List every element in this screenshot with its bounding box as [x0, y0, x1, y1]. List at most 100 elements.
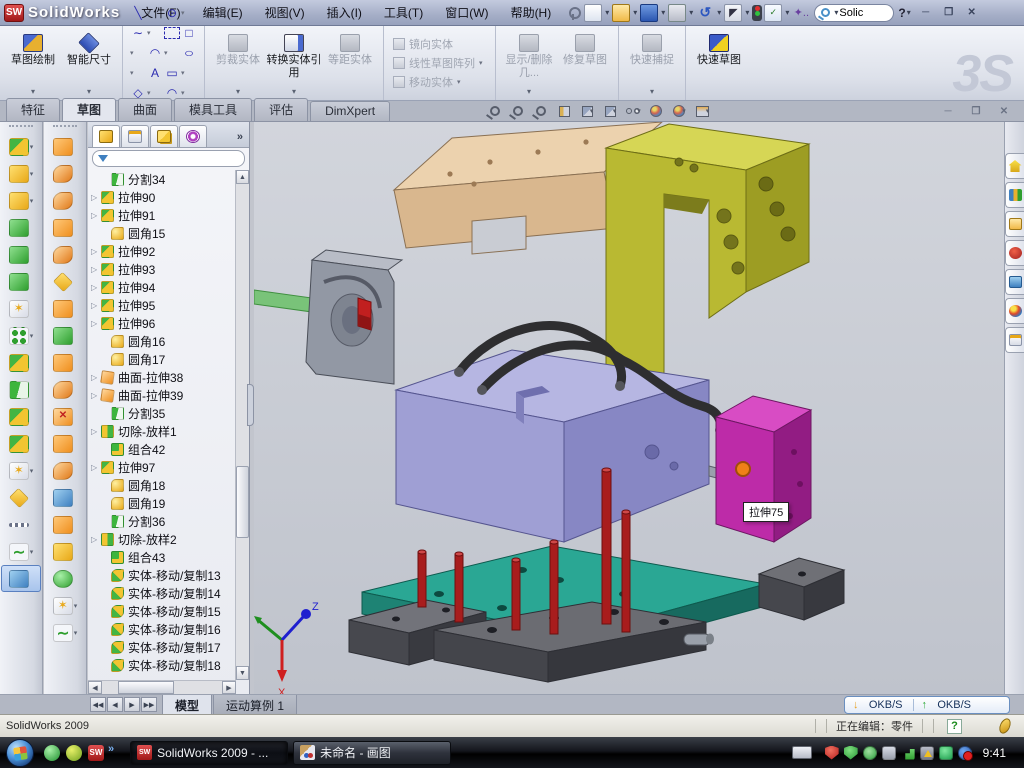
smart-dimension-button[interactable]: 智能尺寸 ▾ [61, 30, 117, 96]
toolbar-grip[interactable] [53, 125, 77, 129]
sketch-button[interactable]: 草图绘制 ▾ [5, 30, 61, 96]
configuration-manager-tab[interactable] [150, 125, 178, 147]
last-tab-button[interactable]: ▶▶ [141, 697, 157, 712]
swept-surface-icon[interactable]: ▾ [45, 133, 85, 160]
boss-extrude-icon[interactable]: ▾ [1, 133, 41, 160]
panel-splitter-handle[interactable] [247, 384, 254, 426]
linear-sketch-pattern-button[interactable]: 线性草图阵列 ▾ [393, 55, 486, 71]
split-icon[interactable]: ▾ [1, 376, 41, 403]
network-monitor-widget[interactable]: ↓ OKB/S ↑ OKB/S [844, 696, 1010, 714]
design-library-icon[interactable] [1005, 182, 1024, 208]
view-palette-icon[interactable] [1005, 269, 1024, 295]
ruled-surface-icon[interactable]: ▾ [45, 376, 85, 403]
command-tab[interactable]: 草图 [62, 98, 116, 121]
fill-surface-icon[interactable]: ▾ [45, 565, 85, 592]
command-tab[interactable]: 特征 [6, 98, 60, 121]
file-explorer-icon[interactable] [1005, 211, 1024, 237]
move-copy-bodies-icon[interactable]: ▾ [1, 430, 41, 457]
search-box[interactable]: ▾ [814, 4, 894, 22]
scroll-up-arrow[interactable]: ▲ [236, 170, 249, 184]
taskbar-clock[interactable]: 9:41 [977, 746, 1016, 760]
start-button[interactable] [6, 739, 34, 767]
doc-close-button[interactable]: ✕ [994, 104, 1014, 119]
print-icon[interactable] [668, 4, 686, 22]
trim-entities-button[interactable]: 剪裁实体 ▾ [210, 30, 266, 96]
display-style-icon[interactable]: ▾ [602, 103, 619, 119]
curve-icon[interactable]: ▾ [1, 538, 41, 565]
home-icon[interactable] [1005, 153, 1024, 179]
close-button[interactable]: ✕ [962, 5, 982, 20]
extend-surface-icon[interactable]: ▾ [45, 484, 85, 511]
rapid-sketch-button[interactable]: 快速草图 [691, 30, 747, 96]
model-canvas[interactable]: Y Z X [254, 122, 1004, 694]
axis-icon[interactable]: ▾ [1, 511, 41, 538]
tree-item[interactable]: ▷ 组合42 [88, 440, 236, 458]
view-orientation-icon[interactable]: ▾ [579, 103, 596, 119]
new-document-icon[interactable] [584, 4, 602, 22]
command-tab[interactable]: DimXpert [310, 101, 390, 121]
volume-icon[interactable] [882, 746, 896, 760]
menu-item[interactable]: 帮助(H) [500, 0, 563, 25]
panel-overflow-chevron[interactable]: » [231, 131, 249, 147]
health-monitor-icon[interactable] [939, 746, 953, 760]
prev-tab-button[interactable]: ◀ [107, 697, 123, 712]
tree-horizontal-scrollbar[interactable]: ◀ ▶ [88, 680, 236, 694]
offset-surface-icon[interactable]: ▾ [45, 295, 85, 322]
appearances-scenes-icon[interactable] [1005, 298, 1024, 324]
first-tab-button[interactable]: ◀◀ [90, 697, 106, 712]
language-bar-keyboard-icon[interactable] [792, 746, 812, 759]
menu-item[interactable]: 插入(I) [316, 0, 373, 25]
apply-scene-icon[interactable]: ▾ [671, 103, 688, 119]
fillet-surface-icon[interactable]: ▾ [45, 538, 85, 565]
solidworks-quick-icon[interactable]: SW [88, 745, 104, 761]
tree-item[interactable]: ▷ 实体-移动/复制13 [88, 566, 236, 584]
replace-face-icon[interactable]: ▾ [45, 430, 85, 457]
help-icon[interactable]: ? [898, 6, 905, 20]
tree-item[interactable]: ▷ 拉伸94 [88, 278, 236, 296]
tree-item[interactable]: ▷ 实体-移动/复制18 [88, 656, 236, 674]
line-tool-icon[interactable]: ╲ [130, 6, 146, 20]
tree-item[interactable]: ▷ 拉伸92 [88, 242, 236, 260]
security-shield-icon[interactable] [825, 746, 839, 760]
combine-bodies-icon[interactable]: ▾ [1, 349, 41, 376]
quick-snaps-button[interactable]: 快速捕捉 ▾ [624, 30, 680, 96]
rectangle-tool-icon[interactable]: □ [181, 26, 197, 40]
tree-item[interactable]: ▷ 圆角19 [88, 494, 236, 512]
tree-item[interactable]: ▷ 分割36 [88, 512, 236, 530]
freeform-icon[interactable]: ▾ [45, 322, 85, 349]
edit-appearance-icon[interactable]: ▾ [648, 103, 665, 119]
slot-tool-icon[interactable]: ▭ [164, 66, 180, 80]
curve-icon[interactable]: ▾ [45, 619, 85, 646]
minimize-button[interactable]: ─ [916, 5, 936, 20]
lofted-boss-icon[interactable]: ▾ [1, 268, 41, 295]
menu-item[interactable]: 窗口(W) [434, 0, 499, 25]
zoom-to-selection-icon[interactable]: ▾ [533, 103, 550, 119]
media-quick-icon[interactable] [66, 745, 82, 761]
property-manager-tab[interactable] [121, 125, 149, 147]
tree-item[interactable]: ▷ 拉伸93 [88, 260, 236, 278]
search-input[interactable] [839, 7, 887, 19]
text-tool-icon[interactable]: A [147, 66, 163, 80]
tree-filter-input[interactable] [92, 150, 245, 167]
open-icon[interactable] [612, 4, 630, 22]
restore-button[interactable]: ❐ [939, 5, 959, 20]
scroll-thumb[interactable] [118, 681, 174, 694]
plane-icon[interactable]: ▾ [1, 484, 41, 511]
save-icon[interactable] [640, 4, 658, 22]
taskbar-window-button[interactable]: SW SolidWorks 2009 - ... [130, 741, 288, 765]
menu-item[interactable]: 视图(V) [254, 0, 316, 25]
mirror-entities-button[interactable]: 镜向实体 [393, 36, 486, 52]
repair-sketch-button[interactable]: 修复草图 [557, 30, 613, 96]
display-delete-relations-button[interactable]: 显示/删除几... ▾ [501, 30, 557, 96]
tree-item[interactable]: ▷ 切除-放样1 [88, 422, 236, 440]
tree-item[interactable]: ▷ 拉伸91 [88, 206, 236, 224]
move-entities-button[interactable]: 移动实体 ▾ [393, 74, 486, 90]
selection-box-icon[interactable] [164, 27, 180, 39]
circle-tool-icon[interactable]: ⊙ [164, 6, 180, 20]
tree-item[interactable]: ▷ 曲面-拉伸39 [88, 386, 236, 404]
reference-geometry-icon[interactable]: ▾ [45, 592, 85, 619]
network-signal-icon[interactable] [901, 746, 915, 760]
sync-status-icon[interactable] [958, 746, 972, 760]
tree-item[interactable]: ▷ 组合43 [88, 548, 236, 566]
select-arrow-icon[interactable]: ◤ [724, 4, 742, 22]
